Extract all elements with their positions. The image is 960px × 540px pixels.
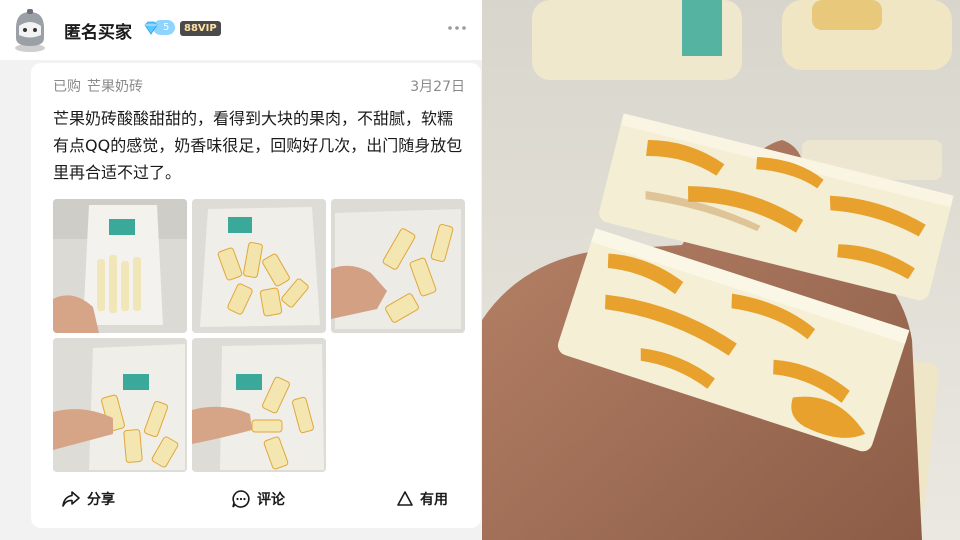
- purchase-info: 已购 芒果奶砖: [53, 76, 143, 96]
- review-photo[interactable]: [53, 199, 187, 333]
- action-bar: 分享 评论 有用: [31, 483, 481, 519]
- reviewer-header: 匿名买家 5 88VIP: [0, 0, 482, 60]
- thumbs-up-icon: [397, 491, 413, 506]
- useful-button[interactable]: 有用: [396, 489, 448, 509]
- review-panel: 匿名买家 5 88VIP 已购 芒果奶砖 3月27日 芒果奶砖酸酸甜甜的，看得到…: [0, 0, 482, 540]
- useful-label: 有用: [420, 492, 448, 508]
- level-badge: 5: [143, 20, 176, 35]
- review-photo[interactable]: [331, 199, 465, 333]
- comment-button[interactable]: 评论: [231, 489, 285, 509]
- share-label: 分享: [87, 492, 115, 508]
- review-date: 3月27日: [410, 79, 465, 95]
- review-text: 芒果奶砖酸酸甜甜的，看得到大块的果肉，不甜腻，软糯有点QQ的感觉，奶香味很足，回…: [53, 109, 463, 182]
- reviewer-name: 匿名买家: [64, 23, 132, 43]
- comment-icon: [232, 490, 250, 508]
- review-photo[interactable]: [53, 338, 187, 472]
- product-photo[interactable]: [482, 0, 960, 540]
- comment-label: 评论: [257, 492, 285, 508]
- review-photo[interactable]: [192, 199, 326, 333]
- review-card: 已购 芒果奶砖 3月27日 芒果奶砖酸酸甜甜的，看得到大块的果肉，不甜腻，软糯有…: [31, 63, 481, 528]
- more-dots-icon[interactable]: [446, 18, 468, 38]
- purchased-label: 已购: [53, 79, 81, 95]
- share-icon: [62, 491, 80, 507]
- avatar[interactable]: [10, 8, 50, 52]
- screen: 匿名买家 5 88VIP 已购 芒果奶砖 3月27日 芒果奶砖酸酸甜甜的，看得到…: [0, 0, 960, 540]
- diamond-icon: [144, 21, 158, 35]
- review-photo[interactable]: [192, 338, 326, 472]
- share-button[interactable]: 分享: [61, 489, 115, 509]
- product-name[interactable]: 芒果奶砖: [87, 76, 143, 96]
- vip-badge: 88VIP: [180, 21, 221, 36]
